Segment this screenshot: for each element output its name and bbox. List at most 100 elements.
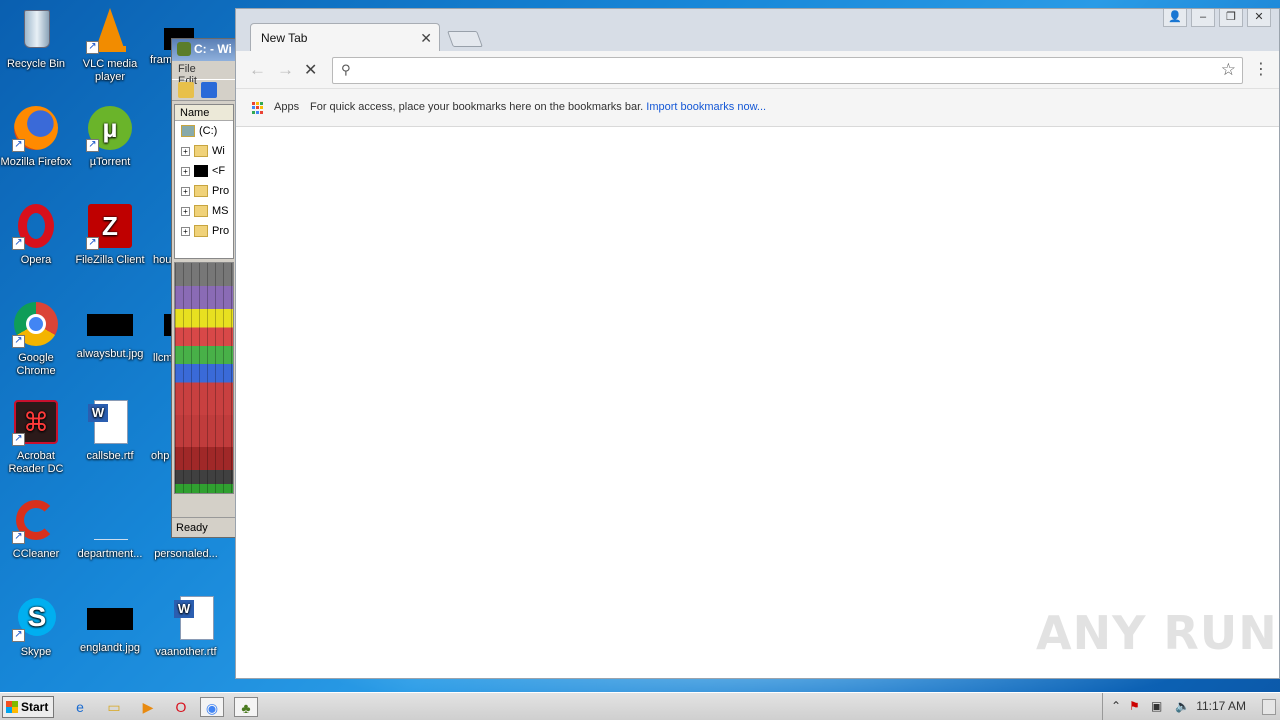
apps-shortcut[interactable]: Apps — [274, 101, 299, 113]
expand-icon[interactable]: + — [181, 187, 190, 196]
desktop-icon-vlc[interactable]: ↗ VLC media player — [72, 6, 148, 84]
apps-grid-dot — [256, 106, 259, 110]
desktop-icon-recycle-bin[interactable]: Recycle Bin — [0, 6, 74, 71]
refresh-icon[interactable] — [201, 82, 218, 98]
disk-treemap[interactable] — [174, 262, 234, 494]
bookmark-star-icon[interactable]: ☆ — [1221, 60, 1236, 80]
internet-explorer-icon[interactable]: e — [68, 697, 92, 717]
action-center-icon[interactable]: ⚑ — [1129, 699, 1140, 713]
tree-row[interactable]: + MS — [175, 201, 233, 221]
expand-icon[interactable]: + — [181, 167, 190, 176]
desktop-icon-alwaysbut[interactable]: alwaysbut.jpg — [72, 300, 148, 361]
opera-taskbar-icon[interactable]: O — [169, 697, 193, 717]
desktop-icon-label: Acrobat Reader DC — [8, 450, 64, 475]
windirstat-icon — [177, 42, 191, 56]
expand-icon[interactable]: + — [181, 147, 190, 156]
tree-column-header[interactable]: Name — [175, 105, 233, 121]
desktop-icon-label: personaled... — [154, 548, 218, 560]
desktop-icon-department[interactable]: department... — [72, 496, 148, 561]
desktop-icon-label: FileZilla Client — [75, 254, 145, 266]
address-input[interactable] — [359, 62, 1209, 80]
taskbar: Start e ▭ ▶ O ◉ ♣ ⌃ ⚑ ▣ 🔈 11:17 AM — [0, 692, 1280, 720]
desktop-icon-label: department... — [77, 548, 143, 560]
desktop-icon-label: µTorrent — [89, 156, 131, 168]
skype-icon: S ↗ — [12, 594, 60, 642]
profile-icon[interactable]: 👤 — [1163, 9, 1187, 27]
desktop-icon-callsbe[interactable]: W callsbe.rtf — [72, 398, 148, 463]
explorer-status-bar: Ready — [172, 517, 236, 537]
desktop-icon-ccleaner[interactable]: ↗ CCleaner — [0, 496, 74, 561]
apps-grid-dot — [256, 102, 259, 105]
expand-icon[interactable]: + — [181, 227, 190, 236]
tab-new-tab[interactable]: New Tab ✕ — [250, 23, 440, 52]
restore-button[interactable]: ❐ — [1219, 9, 1243, 27]
background-explorer-window[interactable]: C: - Wi File Edit Name (C:) + Wi + <F + Pro… — [171, 38, 237, 538]
chrome-window[interactable]: New Tab ✕ 👤 – ❐ ✕ ← → ✕ ⚲ ☆ ⋮ Apps For q… — [235, 8, 1280, 679]
tree-row[interactable]: + <F — [175, 161, 233, 181]
media-player-icon[interactable]: ▶ — [136, 697, 160, 717]
clock[interactable]: 11:17 AM — [1196, 699, 1246, 713]
desktop-icon-label: VLC media player — [82, 58, 138, 83]
start-button[interactable]: Start — [2, 696, 54, 718]
tree-row-label: Wi — [212, 145, 225, 157]
tree-row-label: MS — [212, 205, 229, 217]
volume-icon[interactable]: 🔈 — [1175, 699, 1190, 713]
desktop-icon-englandt[interactable]: englandt.jpg — [72, 594, 148, 655]
windirstat-taskbar-icon[interactable]: ♣ — [234, 697, 258, 717]
menu-file[interactable]: File — [178, 63, 196, 75]
vlc-cone-icon: ↗ — [86, 6, 134, 54]
desktop-icon-label: alwaysbut.jpg — [76, 348, 144, 360]
desktop-icon-acrobat[interactable]: ⌘ ↗ Acrobat Reader DC — [0, 398, 74, 476]
desktop-icon-label: Mozilla Firefox — [0, 156, 72, 168]
window-controls: 👤 – ❐ ✕ — [1159, 9, 1271, 27]
chrome-icon: ↗ — [12, 300, 60, 348]
open-folder-icon[interactable] — [178, 82, 194, 98]
tree-row[interactable]: + Pro — [175, 221, 233, 241]
desktop-icon-skype[interactable]: S ↗ Skype — [0, 594, 74, 659]
apps-grid-icon[interactable] — [252, 102, 264, 114]
desktop-icon-vaanother[interactable]: W vaanother.rtf — [148, 594, 224, 659]
apps-grid-dot — [256, 110, 259, 114]
show-desktop-button[interactable] — [1262, 699, 1276, 715]
explorer-tree[interactable]: Name (C:) + Wi + <F + Pro + MS + Pro — [174, 104, 234, 259]
expand-icon[interactable]: + — [181, 207, 190, 216]
folder-icon — [194, 185, 208, 198]
chrome-menu-icon[interactable]: ⋮ — [1253, 59, 1269, 79]
import-bookmarks-link[interactable]: Import bookmarks now... — [646, 101, 766, 113]
desktop-icon-filezilla[interactable]: Z ↗ FileZilla Client — [72, 202, 148, 267]
tree-row[interactable]: + Wi — [175, 141, 233, 161]
forward-arrow-icon[interactable]: → — [277, 60, 294, 80]
back-arrow-icon[interactable]: ← — [249, 60, 266, 80]
new-tab-button[interactable] — [447, 31, 483, 47]
tab-title: New Tab — [261, 31, 308, 45]
network-icon[interactable]: ▣ — [1151, 699, 1162, 713]
show-hidden-icons-icon[interactable]: ⌃ — [1111, 699, 1121, 713]
document-icon — [86, 496, 134, 544]
tree-row[interactable]: (C:) — [175, 121, 233, 141]
stop-loading-icon[interactable]: ✕ — [304, 60, 317, 80]
explorer-title-bar[interactable]: C: - Wi — [172, 39, 236, 61]
folder-icon — [194, 145, 208, 158]
explorer-toolbar — [172, 79, 236, 101]
acrobat-reader-icon: ⌘ ↗ — [12, 398, 60, 446]
desktop-icon-firefox[interactable]: ↗ Mozilla Firefox — [0, 104, 74, 169]
desktop-icon-label: CCleaner — [12, 548, 60, 560]
file-explorer-icon[interactable]: ▭ — [102, 697, 126, 717]
minimize-button[interactable]: – — [1191, 9, 1215, 27]
search-icon: ⚲ — [341, 62, 351, 77]
omnibox[interactable]: ⚲ ☆ — [332, 57, 1243, 84]
tree-row[interactable]: + Pro — [175, 181, 233, 201]
chrome-taskbar-icon[interactable]: ◉ — [200, 697, 224, 717]
desktop-icon-utorrent[interactable]: µ ↗ µTorrent — [72, 104, 148, 169]
tree-row-label: (C:) — [199, 125, 218, 137]
explorer-title: C: - Wi — [194, 42, 232, 56]
drive-icon — [181, 125, 195, 138]
desktop-icon-opera[interactable]: ↗ Opera — [0, 202, 74, 267]
desktop-icon-label: Google Chrome — [16, 352, 56, 377]
folder-icon — [194, 225, 208, 238]
close-window-button[interactable]: ✕ — [1247, 9, 1271, 27]
chrome-title-bar[interactable]: New Tab ✕ 👤 – ❐ ✕ — [236, 9, 1279, 52]
close-tab-icon[interactable]: ✕ — [420, 30, 432, 47]
desktop-icon-google-chrome[interactable]: ↗ Google Chrome — [0, 300, 74, 378]
bookmarks-hint-text: For quick access, place your bookmarks h… — [310, 101, 644, 113]
